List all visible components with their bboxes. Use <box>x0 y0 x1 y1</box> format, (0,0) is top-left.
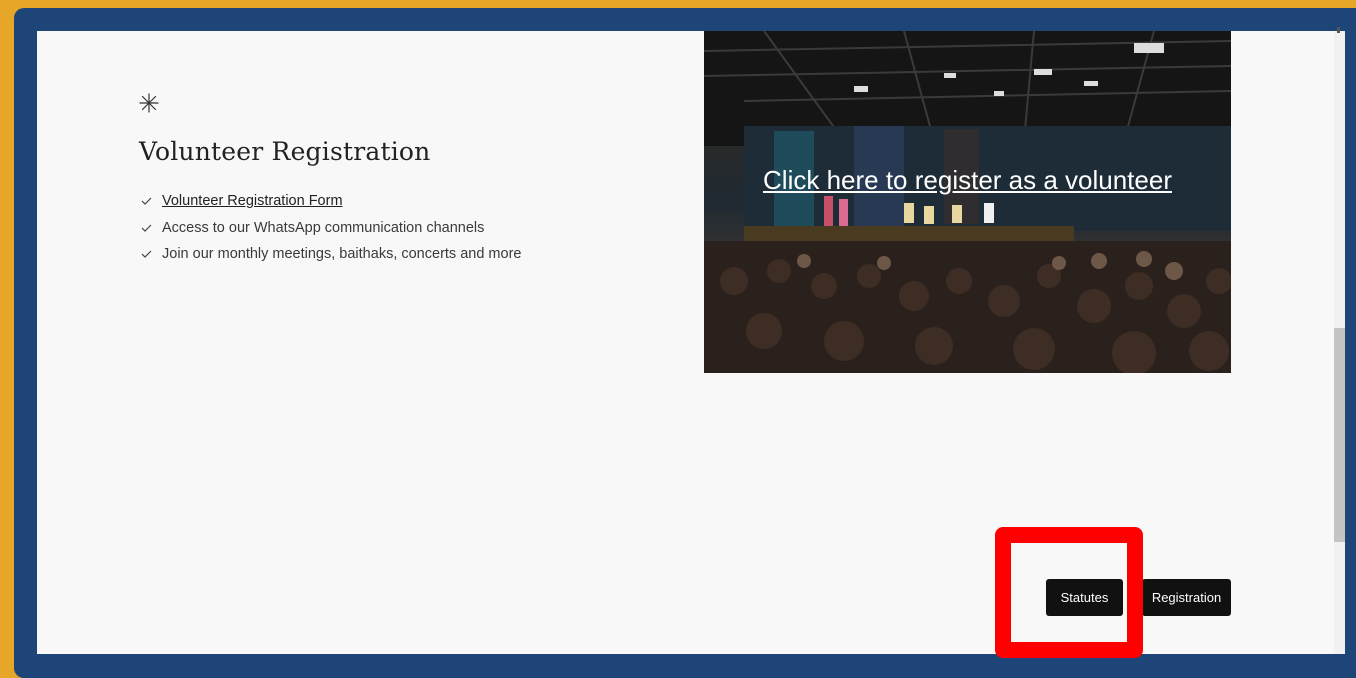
section-heading: Volunteer Registration <box>139 137 431 166</box>
list-item: Access to our WhatsApp communication cha… <box>141 215 521 242</box>
benefits-list: Volunteer Registration Form Access to ou… <box>141 188 521 268</box>
scrollbar-thumb[interactable] <box>1334 328 1345 542</box>
sparkle-icon <box>139 93 159 113</box>
list-item: Join our monthly meetings, baithaks, con… <box>141 241 521 268</box>
list-item-text: Access to our WhatsApp communication cha… <box>162 219 485 236</box>
concert-hall-photo <box>704 31 1231 373</box>
scroll-up-arrow-icon[interactable] <box>1337 27 1340 33</box>
check-icon <box>141 224 152 232</box>
check-icon <box>141 250 152 259</box>
check-icon <box>141 197 152 206</box>
volunteer-registration-form-link[interactable]: Volunteer Registration Form <box>162 193 343 209</box>
highlight-box <box>995 527 1143 658</box>
list-item-text: Join our monthly meetings, baithaks, con… <box>162 246 522 263</box>
registration-button[interactable]: Registration <box>1142 579 1231 616</box>
register-volunteer-link[interactable]: Click here to register as a volunteer <box>704 165 1231 196</box>
list-item: Volunteer Registration Form <box>141 188 521 215</box>
hero-image: Click here to register as a volunteer <box>704 31 1231 373</box>
